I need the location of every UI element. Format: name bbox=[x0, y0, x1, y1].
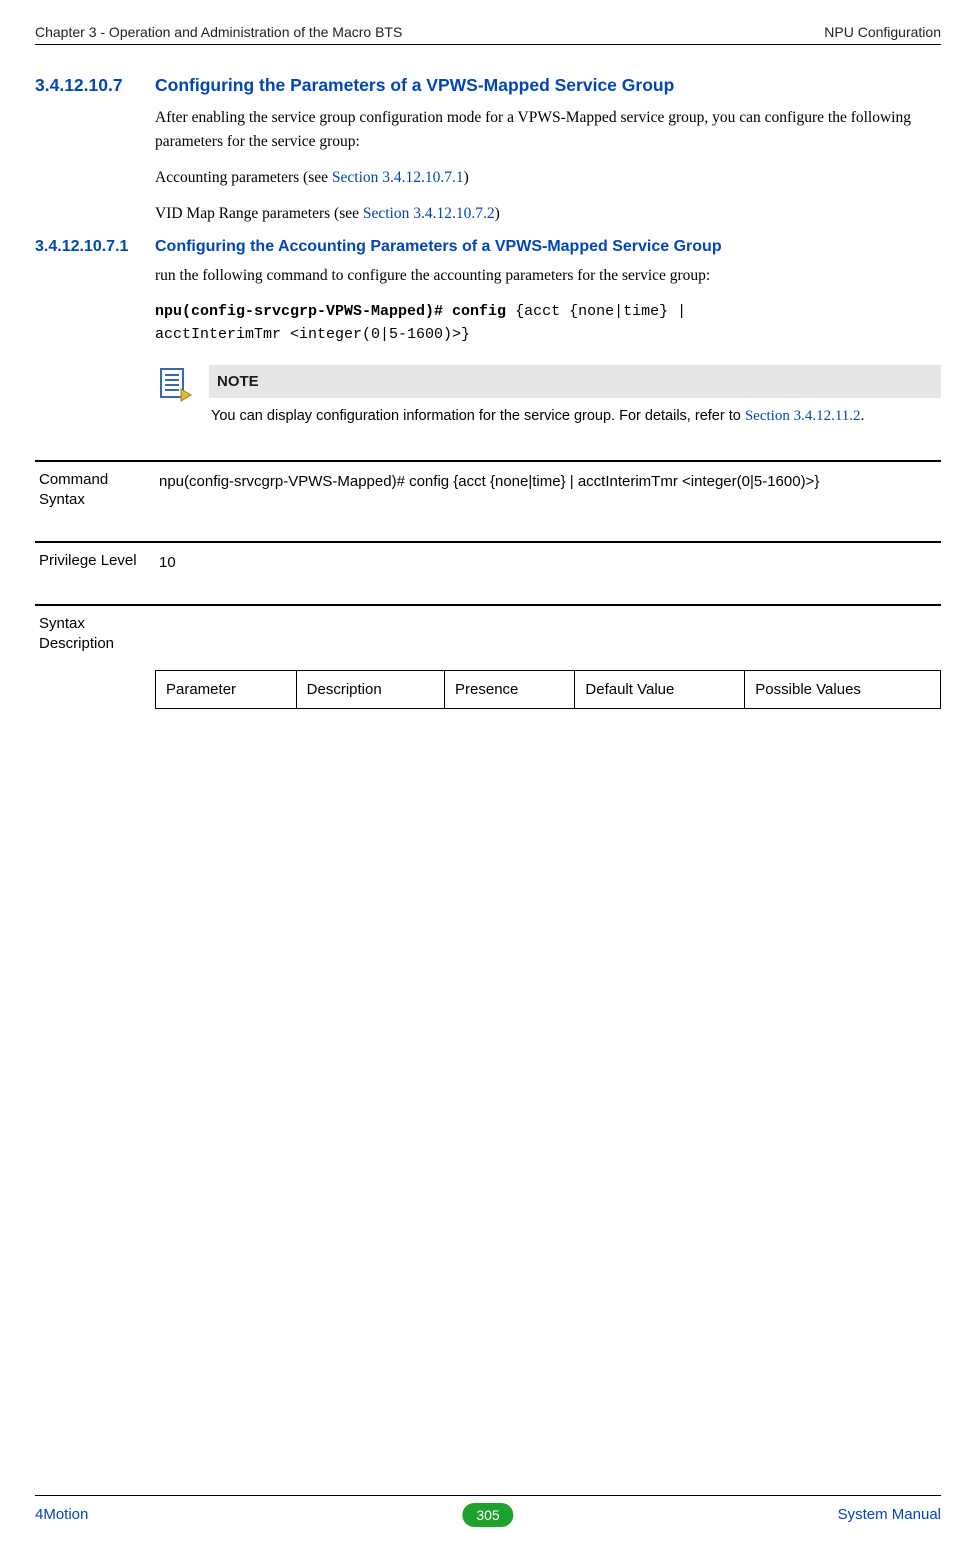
definition-table: Command Syntax npu(config-srvcgrp-VPWS-M… bbox=[35, 460, 941, 709]
parameter-table: Parameter Description Presence Default V… bbox=[155, 670, 941, 709]
content: 3.4.12.10.7 Configuring the Parameters o… bbox=[35, 75, 941, 709]
header-left: Chapter 3 - Operation and Administration… bbox=[35, 24, 402, 40]
footer-right: System Manual bbox=[838, 1506, 941, 1523]
text: You can display configuration informatio… bbox=[211, 408, 745, 424]
text: VID Map Range parameters (see bbox=[155, 205, 363, 222]
subsection-title: Configuring the Accounting Parameters of… bbox=[155, 238, 941, 256]
header-right: NPU Configuration bbox=[824, 24, 941, 40]
section-title: Configuring the Parameters of a VPWS-Map… bbox=[155, 75, 941, 96]
body-paragraph: Accounting parameters (see Section 3.4.1… bbox=[155, 166, 941, 190]
text: . bbox=[861, 408, 865, 424]
section-link[interactable]: Section 3.4.12.11.2 bbox=[745, 408, 861, 424]
def-value: 10 bbox=[155, 543, 941, 604]
footer-rule bbox=[35, 1495, 941, 1496]
command-block: npu(config-srvcgrp-VPWS-Mapped)# config … bbox=[155, 300, 941, 347]
note-label: NOTE bbox=[209, 365, 941, 398]
def-label: Privilege Level bbox=[35, 543, 155, 604]
page: Chapter 3 - Operation and Administration… bbox=[0, 0, 976, 1545]
def-label: Command Syntax bbox=[35, 462, 155, 541]
body-paragraph: After enabling the service group configu… bbox=[155, 106, 941, 154]
col-description: Description bbox=[296, 671, 444, 709]
note-text: You can display configuration informatio… bbox=[209, 398, 941, 427]
text: ) bbox=[495, 205, 500, 222]
command-text: {acct {none|time} | bbox=[506, 303, 686, 320]
page-header: Chapter 3 - Operation and Administration… bbox=[35, 24, 941, 44]
note-box: NOTE You can display configuration infor… bbox=[155, 365, 941, 427]
footer-left: 4Motion bbox=[35, 1506, 88, 1523]
subsection-number: 3.4.12.10.7.1 bbox=[35, 238, 155, 264]
body-paragraph: VID Map Range parameters (see Section 3.… bbox=[155, 202, 941, 226]
text: ) bbox=[464, 169, 469, 186]
command-text: acctInterimTmr <integer(0|5-1600)>} bbox=[155, 326, 470, 343]
text: Accounting parameters (see bbox=[155, 169, 332, 186]
def-label: Syntax Description bbox=[35, 606, 155, 663]
def-value: npu(config-srvcgrp-VPWS-Mapped)# config … bbox=[155, 462, 941, 541]
section-number: 3.4.12.10.7 bbox=[35, 75, 155, 106]
col-presence: Presence bbox=[445, 671, 575, 709]
section-link[interactable]: Section 3.4.12.10.7.2 bbox=[363, 205, 495, 222]
col-default-value: Default Value bbox=[575, 671, 745, 709]
note-icon bbox=[155, 365, 209, 427]
table-row: Parameter Description Presence Default V… bbox=[156, 671, 941, 709]
note-body: NOTE You can display configuration infor… bbox=[209, 365, 941, 427]
def-value bbox=[155, 606, 941, 663]
header-rule bbox=[35, 44, 941, 45]
col-parameter: Parameter bbox=[156, 671, 297, 709]
col-possible-values: Possible Values bbox=[745, 671, 941, 709]
body-paragraph: run the following command to configure t… bbox=[155, 264, 941, 288]
section-link[interactable]: Section 3.4.12.10.7.1 bbox=[332, 169, 464, 186]
page-number-badge: 305 bbox=[462, 1503, 513, 1527]
command-bold: npu(config-srvcgrp-VPWS-Mapped)# config bbox=[155, 303, 506, 320]
